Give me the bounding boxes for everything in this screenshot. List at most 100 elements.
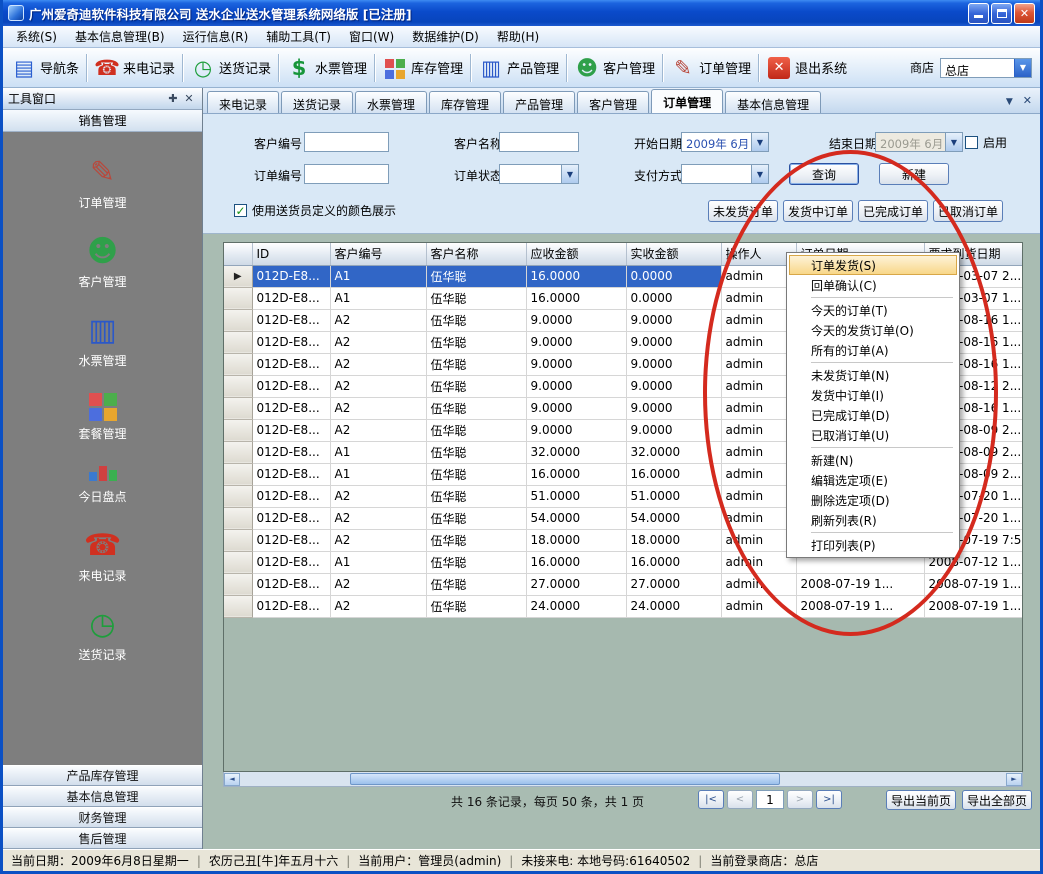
scroll-left-icon[interactable]	[224, 773, 240, 786]
row-selector[interactable]	[224, 397, 252, 419]
grid-column-header[interactable]: 客户名称	[426, 243, 526, 265]
grid-cell[interactable]: 伍华聪	[426, 353, 526, 375]
grid-cell[interactable]: A1	[330, 551, 426, 573]
menu-item[interactable]: 运行信息(R)	[174, 25, 258, 48]
grid-cell[interactable]: A2	[330, 529, 426, 551]
tab-5[interactable]: 客户管理	[577, 91, 649, 113]
toolbar-button[interactable]: ✕退出系统	[762, 54, 851, 82]
enable-checkbox[interactable]: 启用	[965, 134, 1007, 151]
grid-cell[interactable]: 9.0000	[526, 375, 626, 397]
grid-cell[interactable]: 2008-07-19 1...	[796, 595, 924, 617]
grid-cell[interactable]: admin	[721, 573, 796, 595]
grid-cell[interactable]: 012D-E8...	[252, 265, 330, 287]
grid-cell[interactable]: 012D-E8...	[252, 397, 330, 419]
grid-cell[interactable]: 9.0000	[526, 353, 626, 375]
context-menu-item[interactable]: 所有的订单(A)	[789, 340, 957, 360]
grid-cell[interactable]: 9.0000	[626, 419, 721, 441]
row-selector[interactable]	[224, 331, 252, 353]
grid-cell[interactable]: 16.0000	[526, 463, 626, 485]
tab-6[interactable]: 订单管理	[651, 89, 723, 113]
grid-cell[interactable]: 16.0000	[626, 463, 721, 485]
minimize-button[interactable]	[968, 3, 989, 24]
sidebar-item[interactable]: ☎来电记录	[3, 529, 202, 584]
tab-1[interactable]: 送货记录	[281, 91, 353, 113]
toolbar-button[interactable]: ✎订单管理	[666, 53, 755, 83]
row-selector[interactable]	[224, 309, 252, 331]
grid-cell[interactable]: 012D-E8...	[252, 551, 330, 573]
grid-cell[interactable]: A1	[330, 463, 426, 485]
maximize-button[interactable]	[991, 3, 1012, 24]
context-menu-item[interactable]: 打印列表(P)	[789, 535, 957, 555]
sidebar-group-bar[interactable]: 财务管理	[3, 807, 202, 828]
grid-cell[interactable]: 012D-E8...	[252, 375, 330, 397]
grid-cell[interactable]: A2	[330, 419, 426, 441]
grid-cell[interactable]: 2008-07-19 1...	[924, 573, 1022, 595]
grid-cell[interactable]: A2	[330, 485, 426, 507]
grid-cell[interactable]: A2	[330, 309, 426, 331]
grid-column-header[interactable]: 操作人	[721, 243, 796, 265]
grid-cell[interactable]: 012D-E8...	[252, 463, 330, 485]
context-menu-item[interactable]: 删除选定项(D)	[789, 490, 957, 510]
sidebar-item[interactable]: 今日盘点	[3, 466, 202, 505]
grid-cell[interactable]: 012D-E8...	[252, 595, 330, 617]
grid-cell[interactable]: 9.0000	[626, 331, 721, 353]
context-menu-item[interactable]: 订单发货(S)	[789, 255, 957, 275]
delivery-color-checkbox[interactable]: 使用送货员定义的颜色展示	[234, 202, 396, 219]
status-filter-button[interactable]: 已取消订单	[933, 200, 1003, 222]
context-menu-item[interactable]: 今天的订单(T)	[789, 300, 957, 320]
grid-cell[interactable]: 伍华聪	[426, 419, 526, 441]
toolbar-button[interactable]: ☻客户管理	[570, 53, 659, 83]
grid-column-header[interactable]: 实收金额	[626, 243, 721, 265]
grid-column-header[interactable]: 应收金额	[526, 243, 626, 265]
grid-cell[interactable]: 012D-E8...	[252, 353, 330, 375]
grid-column-header[interactable]: 客户编号	[330, 243, 426, 265]
grid-cell[interactable]: 012D-E8...	[252, 441, 330, 463]
grid-cell[interactable]: admin	[721, 595, 796, 617]
grid-cell[interactable]: 伍华聪	[426, 463, 526, 485]
grid-cell[interactable]: 9.0000	[526, 309, 626, 331]
page-number-input[interactable]	[756, 790, 784, 809]
grid-cell[interactable]: 012D-E8...	[252, 287, 330, 309]
end-date-combo[interactable]: 2009年 6月 8日	[875, 132, 963, 152]
grid-cell[interactable]: 54.0000	[626, 507, 721, 529]
pay-method-combo[interactable]	[681, 164, 769, 184]
grid-cell[interactable]: 伍华聪	[426, 287, 526, 309]
sidebar-group-bar[interactable]: 售后管理	[3, 828, 202, 849]
grid-cell[interactable]: 伍华聪	[426, 485, 526, 507]
grid-column-header[interactable]: ID	[252, 243, 330, 265]
grid-cell[interactable]: 伍华聪	[426, 309, 526, 331]
grid-cell[interactable]: 伍华聪	[426, 265, 526, 287]
grid-cell[interactable]: 18.0000	[526, 529, 626, 551]
grid-cell[interactable]: 9.0000	[626, 397, 721, 419]
new-button[interactable]: 新建	[879, 163, 949, 185]
sidebar-group-bar[interactable]: 产品库存管理	[3, 765, 202, 786]
row-selector[interactable]	[224, 375, 252, 397]
grid-cell[interactable]: 16.0000	[526, 551, 626, 573]
grid-cell[interactable]: A1	[330, 441, 426, 463]
grid-cell[interactable]: A2	[330, 375, 426, 397]
menu-item[interactable]: 辅助工具(T)	[257, 25, 340, 48]
chevron-down-icon[interactable]	[1006, 94, 1013, 107]
close-icon[interactable]	[1023, 94, 1032, 107]
sidebar-item[interactable]: ▥水票管理	[3, 314, 202, 369]
grid-cell[interactable]: 伍华聪	[426, 331, 526, 353]
grid-cell[interactable]: admin	[721, 397, 796, 419]
grid-cell[interactable]: 0.0000	[626, 265, 721, 287]
tab-0[interactable]: 来电记录	[207, 91, 279, 113]
grid-cell[interactable]: 012D-E8...	[252, 331, 330, 353]
close-button[interactable]	[1014, 3, 1035, 24]
grid-cell[interactable]: 51.0000	[626, 485, 721, 507]
grid-cell[interactable]: 伍华聪	[426, 595, 526, 617]
grid-cell[interactable]: A1	[330, 265, 426, 287]
row-selector[interactable]	[224, 595, 252, 617]
horizontal-scrollbar[interactable]	[223, 772, 1023, 787]
grid-cell[interactable]: 伍华聪	[426, 375, 526, 397]
menu-item[interactable]: 基本信息管理(B)	[66, 25, 174, 48]
menu-item[interactable]: 系统(S)	[7, 25, 66, 48]
pin-icon[interactable]	[165, 92, 181, 105]
grid-cell[interactable]: admin	[721, 353, 796, 375]
grid-cell[interactable]: 16.0000	[526, 265, 626, 287]
status-filter-button[interactable]: 已完成订单	[858, 200, 928, 222]
grid-cell[interactable]: 012D-E8...	[252, 485, 330, 507]
grid-cell[interactable]: A2	[330, 353, 426, 375]
